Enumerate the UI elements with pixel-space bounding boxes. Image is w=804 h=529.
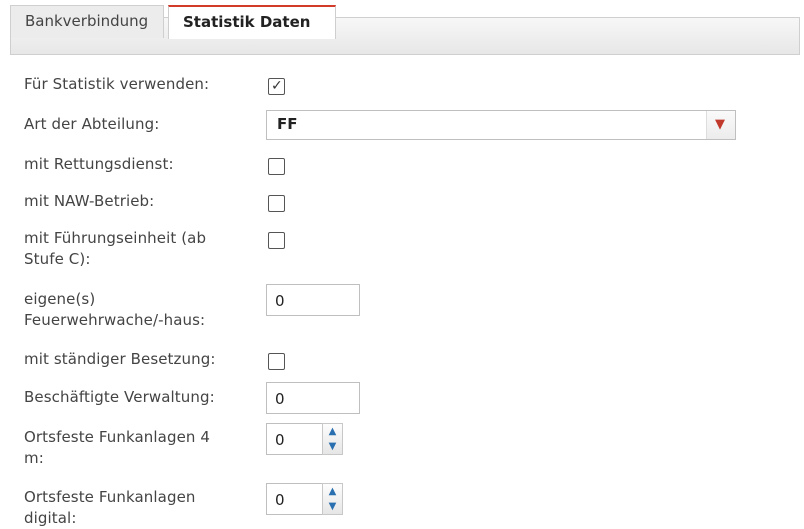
label-fuehrungseinheit-line2: Stufe C): [24,250,91,268]
input-beschaeftigte-verwaltung[interactable]: 0 [266,382,360,414]
label-funkanlagen-4m: Ortsfeste Funkanlagen 4 m: [24,427,210,469]
checkbox-naw-betrieb[interactable] [268,195,285,212]
label-fuer-statistik: Für Statistik verwenden: [24,75,210,93]
select-art-der-abteilung-value: FF [277,115,298,133]
statistik-form-page: Bankverbindung Statistik Daten Für Stati… [0,0,804,527]
checkbox-rettungsdienst[interactable] [268,158,285,175]
label-staendige-besetzung: mit ständiger Besetzung: [24,350,216,368]
input-beschaeftigte-verwaltung-value: 0 [275,390,285,408]
label-feuerwehrwache-line1: eigene(s) [24,290,96,308]
label-funkanlagen-digital-line1: Ortsfeste Funkanlagen [24,488,196,506]
spin-down-icon[interactable]: ▼ [323,439,342,454]
label-rettungsdienst: mit Rettungsdienst: [24,155,174,173]
spinner-funkanlagen-digital-buttons: ▲ ▼ [322,483,343,515]
spin-up-icon[interactable]: ▲ [323,484,342,499]
spinner-funkanlagen-digital-value: 0 [275,491,285,509]
label-fuehrungseinheit: mit Führungseinheit (ab Stufe C): [24,228,206,270]
dropdown-trigger[interactable]: ▼ [706,111,735,139]
checkbox-fuer-statistik[interactable]: ✓ [268,78,285,95]
label-beschaeftigte-verwaltung: Beschäftigte Verwaltung: [24,388,215,406]
tab-statistik-daten[interactable]: Statistik Daten [168,5,336,39]
label-funkanlagen-4m-line1: Ortsfeste Funkanlagen 4 [24,428,211,446]
label-fuehrungseinheit-line1: mit Führungseinheit (ab [24,229,207,247]
input-feuerwehrwache-value: 0 [275,292,285,310]
tab-bankverbindung[interactable]: Bankverbindung [10,5,164,38]
label-funkanlagen-digital-line2: digital: [24,509,77,527]
spinner-funkanlagen-4m-buttons: ▲ ▼ [322,423,343,455]
label-art-der-abteilung: Art der Abteilung: [24,115,160,133]
input-feuerwehrwache[interactable]: 0 [266,284,360,316]
spinner-funkanlagen-4m-value: 0 [275,431,285,449]
spin-up-icon[interactable]: ▲ [323,424,342,439]
label-feuerwehrwache: eigene(s) Feuerwehrwache/-haus: [24,289,205,331]
spin-down-icon[interactable]: ▼ [323,499,342,514]
checkmark-icon: ✓ [271,78,283,94]
chevron-down-icon: ▼ [715,117,725,132]
checkbox-staendige-besetzung[interactable] [268,353,285,370]
label-funkanlagen-4m-line2: m: [24,449,44,467]
select-art-der-abteilung[interactable]: FF ▼ [266,110,736,140]
label-naw-betrieb: mit NAW-Betrieb: [24,192,155,210]
checkbox-fuehrungseinheit[interactable] [268,232,285,249]
label-feuerwehrwache-line2: Feuerwehrwache/-haus: [24,311,206,329]
